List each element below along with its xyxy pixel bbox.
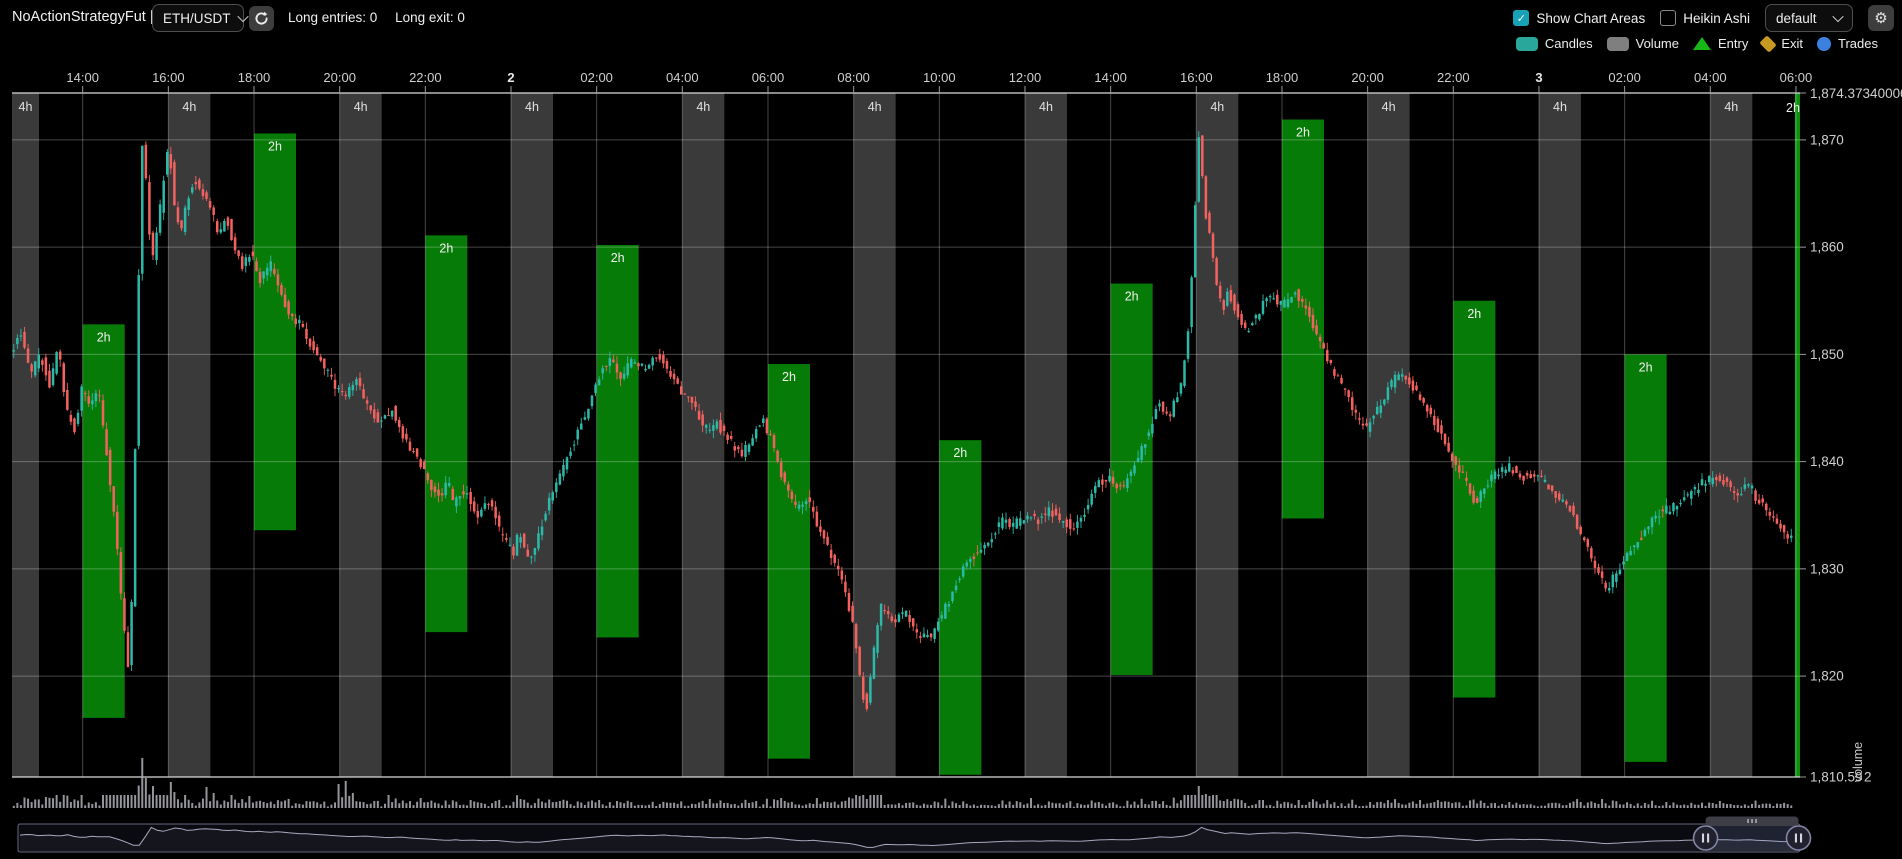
svg-text:06:00: 06:00 bbox=[752, 70, 785, 85]
pair-select[interactable]: ETH/USDT bbox=[152, 4, 244, 32]
svg-text:4h: 4h bbox=[1039, 100, 1053, 114]
heikin-ashi-label: Heikin Ashi bbox=[1683, 11, 1750, 26]
svg-text:1,860: 1,860 bbox=[1810, 240, 1844, 255]
legend-label: Entry bbox=[1718, 36, 1748, 51]
svg-text:2: 2 bbox=[1864, 770, 1872, 785]
plot-settings-button[interactable]: ⚙ bbox=[1868, 5, 1894, 31]
show-chart-areas-label: Show Chart Areas bbox=[1536, 11, 1645, 26]
svg-text:2h: 2h bbox=[782, 370, 796, 384]
x-axis: 14:00 16:00 18:00 20:00 22:00 2 02:00 04:00 06:0… bbox=[66, 70, 1812, 93]
svg-text:2h: 2h bbox=[1786, 101, 1800, 115]
heikin-ashi-toggle[interactable]: Heikin Ashi bbox=[1660, 10, 1750, 26]
svg-text:2h: 2h bbox=[953, 446, 967, 460]
header-bar: NoActionStrategyFut | 5m ETH/USDT Long e… bbox=[0, 0, 1902, 60]
legend-item-trades[interactable]: Trades bbox=[1817, 36, 1878, 51]
entry-marker-icon bbox=[1693, 37, 1711, 50]
svg-text:volume: volume bbox=[1851, 742, 1865, 782]
legend-item-exit[interactable]: Exit bbox=[1762, 36, 1803, 51]
svg-text:1,820: 1,820 bbox=[1810, 669, 1844, 684]
svg-text:2h: 2h bbox=[439, 241, 453, 255]
svg-text:16:00: 16:00 bbox=[152, 70, 185, 85]
svg-text:1,840: 1,840 bbox=[1810, 454, 1844, 469]
svg-text:2h: 2h bbox=[611, 251, 625, 265]
long-exit-count: Long exit: 0 bbox=[395, 10, 465, 25]
y-axis: 1,874.373400000 1,870 1,860 1,850 1,840 1,830… bbox=[1800, 86, 1902, 785]
trade-stats: Long entries: 0 Long exit: 0 bbox=[288, 10, 465, 25]
svg-text:2h: 2h bbox=[1639, 360, 1653, 374]
svg-text:20:00: 20:00 bbox=[1351, 70, 1384, 85]
volume-marker-icon bbox=[1607, 37, 1629, 51]
legend-item-volume[interactable]: Volume bbox=[1607, 36, 1679, 51]
legend-item-candles[interactable]: Candles bbox=[1516, 36, 1593, 51]
svg-text:08:00: 08:00 bbox=[837, 70, 870, 85]
chevron-down-icon bbox=[237, 11, 248, 22]
svg-text:14:00: 14:00 bbox=[1094, 70, 1127, 85]
range-slider[interactable] bbox=[18, 817, 1811, 853]
svg-text:18:00: 18:00 bbox=[1266, 70, 1299, 85]
price-chart-canvas[interactable]: 4h 4h 4h 4h 4h 4h 4h 4h 4h 4h 4h 2h 2h 2h 2h 2h 2h 2h 2h 2h… bbox=[0, 0, 1902, 859]
svg-text:3: 3 bbox=[1535, 70, 1542, 85]
svg-text:4h: 4h bbox=[1382, 100, 1396, 114]
header-controls: ✓ Show Chart Areas Heikin Ashi default ⚙ bbox=[1513, 4, 1894, 32]
svg-text:2h: 2h bbox=[1125, 290, 1139, 304]
svg-text:4h: 4h bbox=[1210, 100, 1224, 114]
svg-text:02:00: 02:00 bbox=[1608, 70, 1641, 85]
refresh-button[interactable] bbox=[249, 6, 274, 31]
long-entries-count: Long entries: 0 bbox=[288, 10, 377, 25]
svg-text:4h: 4h bbox=[182, 100, 196, 114]
svg-text:4h: 4h bbox=[868, 100, 882, 114]
svg-text:1,874.373400000: 1,874.373400000 bbox=[1810, 86, 1902, 101]
svg-text:04:00: 04:00 bbox=[1694, 70, 1727, 85]
svg-text:20:00: 20:00 bbox=[323, 70, 356, 85]
candles-marker-icon bbox=[1516, 37, 1538, 51]
svg-text:2h: 2h bbox=[268, 139, 282, 153]
volume-bars bbox=[13, 758, 1792, 808]
plot-config-value: default bbox=[1776, 11, 1817, 26]
svg-text:4h: 4h bbox=[19, 100, 33, 114]
svg-text:2: 2 bbox=[507, 70, 514, 85]
exit-marker-icon bbox=[1760, 35, 1777, 52]
svg-text:10:00: 10:00 bbox=[923, 70, 956, 85]
svg-text:06:00: 06:00 bbox=[1780, 70, 1813, 85]
legend-label: Volume bbox=[1636, 36, 1679, 51]
svg-text:1,830: 1,830 bbox=[1810, 561, 1844, 576]
plot-config-select[interactable]: default bbox=[1765, 4, 1853, 32]
svg-text:2h: 2h bbox=[97, 330, 111, 344]
svg-text:04:00: 04:00 bbox=[666, 70, 699, 85]
svg-text:12:00: 12:00 bbox=[1009, 70, 1042, 85]
chevron-down-icon bbox=[1832, 11, 1843, 22]
legend-label: Trades bbox=[1838, 36, 1878, 51]
svg-text:4h: 4h bbox=[696, 100, 710, 114]
refresh-icon bbox=[254, 11, 269, 26]
legend-label: Exit bbox=[1781, 36, 1803, 51]
svg-text:2h: 2h bbox=[1296, 126, 1310, 140]
svg-text:1,850: 1,850 bbox=[1810, 347, 1844, 362]
svg-text:4h: 4h bbox=[354, 100, 368, 114]
svg-text:16:00: 16:00 bbox=[1180, 70, 1213, 85]
show-chart-areas-toggle[interactable]: ✓ Show Chart Areas bbox=[1513, 10, 1645, 26]
svg-text:22:00: 22:00 bbox=[1437, 70, 1470, 85]
gear-icon: ⚙ bbox=[1874, 9, 1887, 27]
svg-text:14:00: 14:00 bbox=[66, 70, 99, 85]
range-slider-handle-right[interactable] bbox=[1787, 826, 1811, 850]
svg-text:1,870: 1,870 bbox=[1810, 132, 1844, 147]
trades-marker-icon bbox=[1817, 37, 1831, 51]
svg-text:2h: 2h bbox=[1467, 307, 1481, 321]
svg-text:18:00: 18:00 bbox=[238, 70, 271, 85]
svg-text:4h: 4h bbox=[525, 100, 539, 114]
svg-text:22:00: 22:00 bbox=[409, 70, 442, 85]
legend-label: Candles bbox=[1545, 36, 1593, 51]
legend-item-entry[interactable]: Entry bbox=[1693, 36, 1748, 51]
svg-text:4h: 4h bbox=[1724, 100, 1738, 114]
heikin-ashi-checkbox[interactable] bbox=[1660, 10, 1676, 26]
pair-select-value: ETH/USDT bbox=[163, 11, 231, 26]
range-slider-handle-left[interactable] bbox=[1694, 826, 1718, 850]
show-chart-areas-checkbox[interactable]: ✓ bbox=[1513, 10, 1529, 26]
svg-text:4h: 4h bbox=[1553, 100, 1567, 114]
chart-legend: Candles Volume Entry Exit Trades bbox=[1516, 36, 1878, 51]
svg-text:02:00: 02:00 bbox=[580, 70, 613, 85]
